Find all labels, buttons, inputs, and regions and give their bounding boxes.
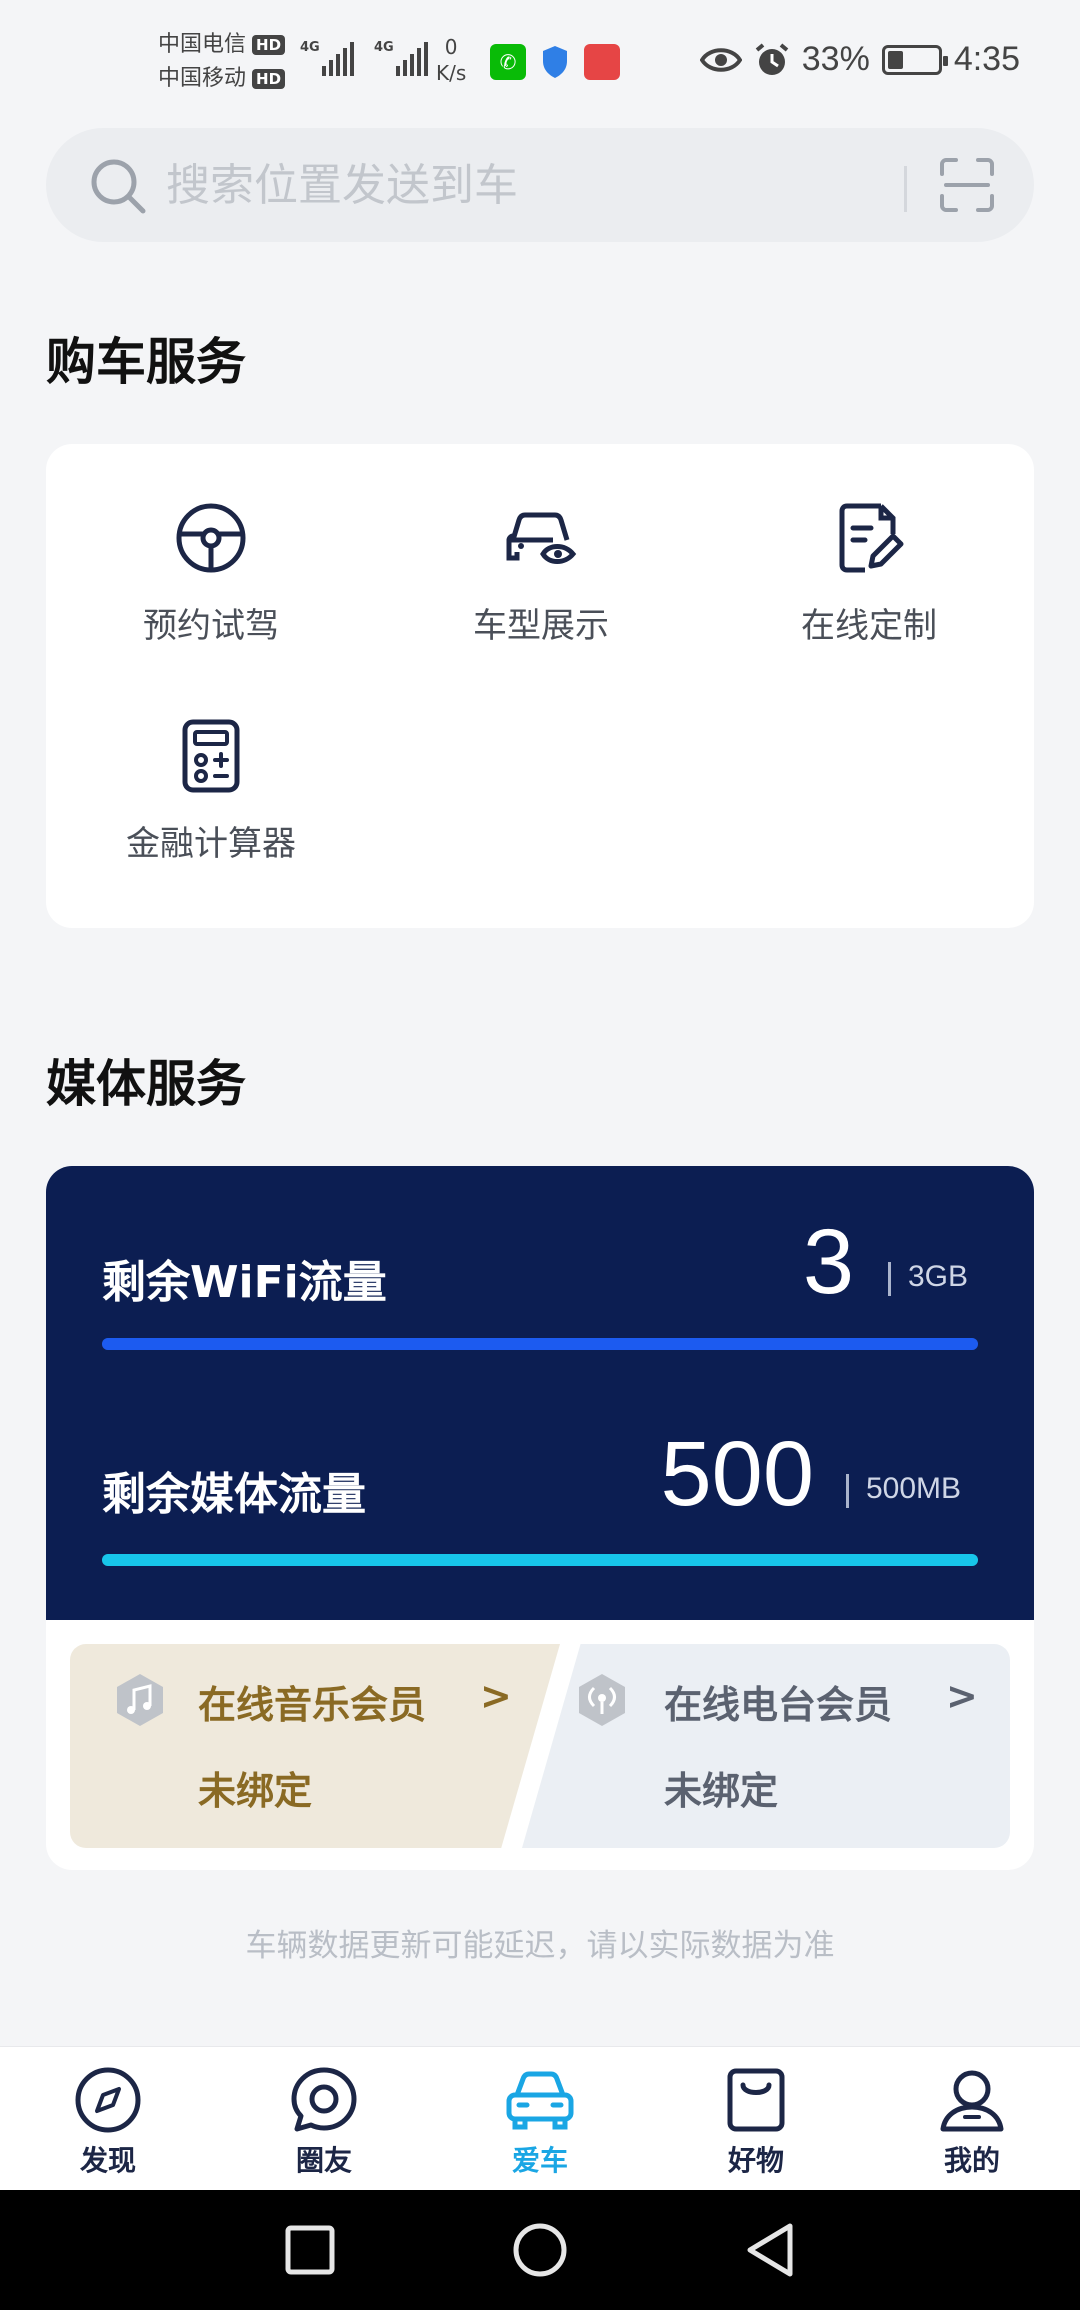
- media-section-title: 媒体服务: [46, 1055, 246, 1113]
- recent-apps-button[interactable]: [282, 2220, 338, 2280]
- calculator-icon: [182, 719, 240, 793]
- nav-label: 爱车: [511, 2144, 568, 2177]
- car-icon: [506, 2071, 574, 2130]
- gift-box-icon: [584, 44, 620, 80]
- search-input[interactable]: [166, 152, 926, 218]
- radio-member-card[interactable]: 在线电台会员 > 未绑定: [522, 1644, 1010, 1848]
- bottom-nav: 发现 圈友 爱车 好物 我的: [0, 2046, 1080, 2190]
- radio-broadcast-icon: [579, 1674, 625, 1726]
- wifi-flow-label: 剩余WiFi流量: [102, 1257, 387, 1308]
- music-member-title: 在线音乐会员: [198, 1683, 427, 1727]
- data-delay-notice: 车辆数据更新可能延迟，请以实际数据为准: [245, 1928, 835, 1964]
- battery-fill: [887, 50, 904, 69]
- carrier-1-label: 中国电信: [158, 32, 247, 57]
- carrier-info: 中国电信 HD 中国移动 HD: [158, 28, 286, 96]
- radio-member-status: 未绑定: [664, 1769, 779, 1813]
- nav-tab-my-car[interactable]: 爱车: [470, 2065, 610, 2179]
- nav-label: 我的: [943, 2144, 1000, 2177]
- eye-icon: [699, 47, 742, 72]
- wifi-flow-bar-fill: [102, 1338, 978, 1350]
- media-services-card: 剩余WiFi流量 3 3GB 剩余媒体流量 500 500MB 在线音乐会员 >…: [46, 1166, 1034, 1870]
- clock-time: 4:35: [953, 40, 1020, 78]
- signal-group: 4G 4G: [300, 36, 428, 76]
- media-flow-bar: [102, 1554, 978, 1566]
- steering-wheel-icon: [176, 503, 246, 573]
- speed-unit: K/s: [436, 61, 467, 85]
- svc-item-finance-calculator[interactable]: 金融计算器: [46, 718, 376, 918]
- nav-tab-mine[interactable]: 我的: [902, 2065, 1042, 2179]
- net-type-1-label: 4G: [300, 40, 320, 55]
- purchase-services-card: 预约试驾 车型展示 在线定制 金融计算器: [46, 444, 1034, 928]
- nav-tab-discover[interactable]: 发现: [38, 2065, 178, 2179]
- svc-item-car-models[interactable]: 车型展示: [376, 500, 706, 700]
- purchase-section-title: 购车服务: [46, 333, 246, 391]
- wifi-flow-value: 3: [802, 1211, 854, 1313]
- nav-label: 好物: [727, 2144, 784, 2177]
- music-note-icon: [117, 1674, 163, 1726]
- search-bar[interactable]: [46, 128, 1034, 242]
- customize-doc-icon: [839, 503, 904, 573]
- home-button[interactable]: [510, 2220, 570, 2280]
- wifi-flow-unit: 3GB: [908, 1260, 969, 1293]
- chevron-right-icon: >: [946, 1674, 978, 1718]
- nav-tab-goods[interactable]: 好物: [686, 2065, 826, 2179]
- signal-strength-icon: 4G: [300, 36, 354, 76]
- signal-strength-icon: 4G: [374, 36, 428, 76]
- shield-icon: [543, 46, 567, 78]
- nav-label: 发现: [79, 2144, 136, 2177]
- svc-item-label: 预约试驾: [143, 606, 279, 646]
- carrier-2-label: 中国移动: [158, 66, 247, 91]
- wifi-flow-bar: [102, 1338, 978, 1350]
- search-divider: [904, 166, 907, 212]
- hd-badge-2: HD: [252, 69, 286, 89]
- media-flow-unit: 500MB: [866, 1472, 962, 1505]
- search-icon[interactable]: [88, 156, 148, 216]
- status-right: 33% 4:35: [699, 40, 1020, 79]
- svc-item-label: 车型展示: [473, 606, 609, 646]
- data-usage-panel[interactable]: 剩余WiFi流量 3 3GB 剩余媒体流量 500 500MB: [46, 1166, 1034, 1620]
- music-member-status: 未绑定: [198, 1769, 313, 1813]
- svc-item-test-drive[interactable]: 预约试驾: [46, 500, 376, 700]
- compass-icon: [75, 2067, 141, 2133]
- battery-percent: 33%: [801, 40, 870, 78]
- chevron-right-icon: >: [480, 1674, 512, 1718]
- net-type-2-label: 4G: [374, 40, 394, 55]
- alarm-icon: [755, 42, 789, 75]
- media-flow-bar-fill: [102, 1554, 978, 1566]
- battery-icon: [881, 44, 948, 75]
- status-bar: 中国电信 HD 中国移动 HD 4G 4G 0 K/s ✆ 33% 4:35: [0, 0, 1080, 120]
- radio-member-title: 在线电台会员: [664, 1683, 893, 1727]
- user-icon: [940, 2070, 1004, 2132]
- system-navigation-bar: [0, 2190, 1080, 2310]
- network-speed: 0 K/s: [436, 34, 466, 86]
- svc-item-label: 在线定制: [801, 606, 937, 646]
- svc-item-label: 金融计算器: [126, 824, 296, 864]
- back-button[interactable]: [742, 2220, 798, 2280]
- nav-tab-circle[interactable]: 圈友: [254, 2065, 394, 2179]
- media-unit-divider: [846, 1474, 849, 1508]
- wechat-icon: ✆: [490, 44, 526, 80]
- car-view-icon: [506, 512, 577, 564]
- media-flow-value: 500: [660, 1423, 815, 1525]
- chat-bubble-icon: [291, 2067, 357, 2132]
- svc-item-customize[interactable]: 在线定制: [704, 500, 1034, 700]
- wifi-unit-divider: [888, 1262, 891, 1296]
- speed-value: 0: [444, 35, 458, 59]
- music-member-card[interactable]: 在线音乐会员 > 未绑定: [70, 1644, 560, 1848]
- hd-badge-1: HD: [252, 35, 286, 55]
- media-flow-label: 剩余媒体流量: [102, 1469, 366, 1520]
- nav-label: 圈友: [295, 2144, 352, 2177]
- notification-icons: ✆: [490, 44, 620, 80]
- shopping-bag-icon: [727, 2068, 785, 2132]
- scan-icon[interactable]: [938, 156, 996, 214]
